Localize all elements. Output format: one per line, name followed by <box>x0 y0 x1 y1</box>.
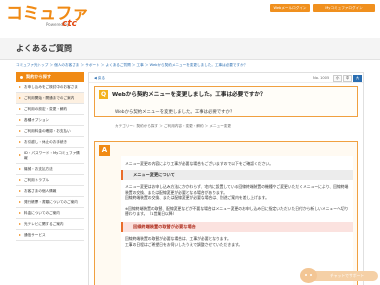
sidebar-item[interactable]: 光テレビに関するご案内 <box>16 219 84 230</box>
sidebar-item[interactable]: お客さまの個人情報 <box>16 186 84 197</box>
font-size-large-button[interactable]: 大 <box>353 74 362 82</box>
question-badge: Q <box>99 90 108 99</box>
sidebar-item-label: ID・パスワード・Myコミュファ情報 <box>24 150 80 160</box>
sidebar-item[interactable]: ID・パスワード・Myコミュファ情報 <box>16 148 84 164</box>
answer-box: A メニュー変更の内容により工事が必要な場合もございますので以下をご確認ください… <box>94 141 358 285</box>
sidebar-item[interactable]: ご利用トラブル <box>16 175 84 186</box>
chevron-right-icon <box>19 118 21 121</box>
sidebar-item-label: 機械・お支払方法 <box>24 166 53 171</box>
sidebar-item[interactable]: ご利用の設定・変更・解約 <box>16 104 84 115</box>
sidebar-item-label: 発行帳票・書類についてのご案内 <box>24 199 78 204</box>
page-title-bar: よくあるご質問 <box>0 38 380 60</box>
chevron-right-icon <box>19 178 21 181</box>
chevron-right-icon <box>19 140 21 143</box>
sidebar-list: お申し込みをご検討中のお客さま ご利用開始・開通までのご案内 ご利用の設定・変更・解… <box>16 82 84 241</box>
chat-avatar-icon[interactable] <box>300 268 317 283</box>
sidebar-item-label: お引越し・休止のお手続き <box>24 139 68 144</box>
sidebar-item[interactable]: 通信サービス <box>16 230 84 241</box>
mycommufa-login-button[interactable]: Myコミュファログイン <box>313 4 375 12</box>
sidebar-item[interactable]: ご利用料金の確認・お支払い <box>16 126 84 137</box>
chevron-right-icon <box>19 154 21 156</box>
question-number: No. 1005 <box>313 75 330 80</box>
sidebar-item-label: ご利用料金の確認・お支払い <box>24 128 71 133</box>
chevron-right-icon <box>19 96 21 99</box>
sidebar-item-label: ご利用の設定・変更・解約 <box>24 106 68 111</box>
section-heading-menu-change: メニュー変更について <box>121 170 353 181</box>
section1-paragraph-1: メニュー変更はお申し込み方法にかかわらず、宅内に設置している回線終端装置の機種や… <box>125 184 349 195</box>
question-text: Webから契約メニューを変更しました。工事は必要ですか？ <box>115 110 235 115</box>
answer-badge: A <box>99 145 110 156</box>
chevron-right-icon <box>19 107 21 110</box>
faq-page: コミュファ Powered by ctc Webメールログイン Myコミュファロ… <box>0 0 380 285</box>
sidebar-item-label: 通信サービス <box>24 232 46 237</box>
sidebar-item[interactable]: 料金についてのご案内 <box>16 208 84 219</box>
chevron-right-icon <box>19 211 21 214</box>
sidebar-item[interactable]: 発行帳票・書類についてのご案内 <box>16 197 84 208</box>
chevron-right-icon <box>19 167 21 170</box>
page-title: よくあるご質問 <box>16 44 72 53</box>
sidebar-item[interactable]: お引越し・休止のお手続き <box>16 137 84 148</box>
chevron-right-icon <box>19 200 21 203</box>
font-size-small-button[interactable]: 小 <box>333 74 342 82</box>
section1-note: ※回線終端装置の取替、配線変更などが不要な場合はメニュー変更のお申し込み日に指定… <box>125 205 349 217</box>
logo-ctc: ctc <box>62 19 77 29</box>
sidebar-item-label: ご利用開始・開通までのご案内 <box>24 95 75 100</box>
section-heading-device-replacement: 回線終端装置の取替が必要な場合 <box>121 222 353 233</box>
chevron-right-icon <box>19 233 21 236</box>
section2-paragraph-2: 工事の日程はご希望日をお伺いしたうえで調整させていただきます。 <box>125 241 243 247</box>
back-link[interactable]: ◀ 戻る <box>94 76 105 81</box>
sidebar-item-label: 料金についてのご案内 <box>24 210 60 215</box>
sidebar-item[interactable]: 各種オプション <box>16 115 84 126</box>
sidebar-item[interactable]: お申し込みをご検討中のお客さま <box>16 82 84 93</box>
commufa-logo[interactable]: コミュファ Powered by ctc <box>6 4 89 32</box>
sidebar: 契約から探す お申し込みをご検討中のお客さま ご利用開始・開通までのご案内 ご利用の… <box>16 72 84 241</box>
main-toolbar: ◀ 戻る No. 1005 小 中 大 <box>89 73 363 83</box>
question-category[interactable]: カテゴリー：契約から探す ＞ ご利用内容・変更・解約 ＞ メニュー変更 <box>115 124 231 129</box>
question-title: Webから契約メニューを変更しました。工事は必要ですか？ <box>112 91 266 98</box>
webmail-login-button[interactable]: Webメールログイン <box>270 4 310 12</box>
sidebar-item[interactable]: 機械・お支払方法 <box>16 164 84 175</box>
chat-support-widget[interactable]: チャットでサポート <box>300 268 380 285</box>
answer-content: メニュー変更の内容により工事が必要な場合もございますので以下をご確認ください。 … <box>121 156 353 285</box>
chevron-right-icon <box>19 85 21 88</box>
chat-support-label[interactable]: チャットでサポート <box>308 271 378 281</box>
sidebar-item-label: お申し込みをご検討中のお客さま <box>24 84 78 89</box>
faq-main-panel: ◀ 戻る No. 1005 小 中 大 Q Webから契約メニューを変更しました… <box>88 72 364 285</box>
chevron-right-icon <box>19 222 21 225</box>
sidebar-heading: 契約から探す <box>16 72 84 82</box>
bullet-icon <box>20 75 23 79</box>
sidebar-item-label: お客さまの個人情報 <box>24 188 57 193</box>
chevron-right-icon <box>19 189 21 192</box>
sidebar-item-label: ご利用トラブル <box>24 177 50 182</box>
sidebar-item-label: 光テレビに関するご案内 <box>24 221 64 226</box>
sidebar-item-label: 各種オプション <box>24 117 50 122</box>
font-size-medium-button[interactable]: 中 <box>343 74 352 82</box>
sidebar-item[interactable]: ご利用開始・開通までのご案内 <box>16 93 84 104</box>
breadcrumb[interactable]: コミュファ光トップ ＞ 個人のお客さま ＞ サポート ＞ よくあるご質問 ＞ 工… <box>16 63 247 68</box>
chevron-right-icon <box>19 129 21 132</box>
